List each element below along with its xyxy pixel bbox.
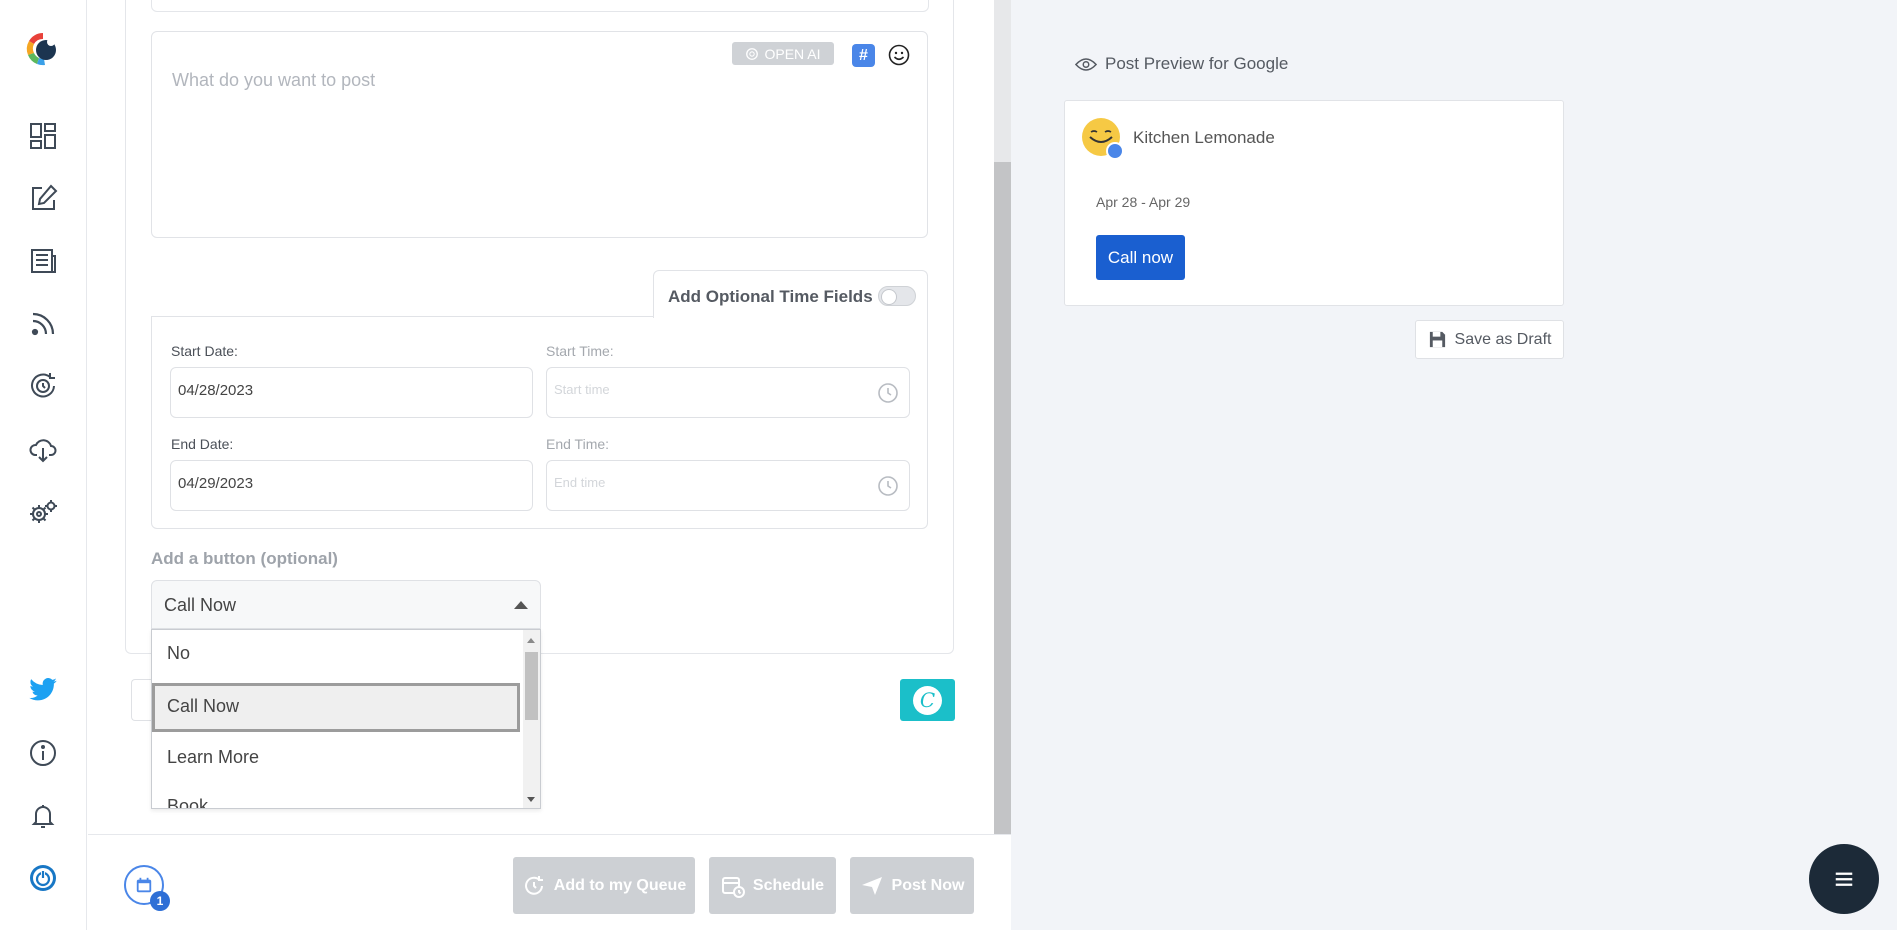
scroll-up-arrow-icon[interactable] [527,638,535,643]
save-icon [1429,331,1445,348]
hamburger-icon [1835,872,1853,886]
editor-scrollbar[interactable] [994,0,1011,834]
recycle-icon[interactable] [24,367,62,405]
add-to-queue-button[interactable]: Add to my Queue [513,857,695,914]
hashtag-icon: # [859,46,868,64]
posts-icon[interactable] [24,242,62,280]
dropdown-option-learn-more[interactable]: Learn More [152,734,520,783]
start-date-label: Start Date: [171,343,238,359]
openai-label: OPEN AI [764,45,821,62]
date-fields-box: Start Date: 04/28/2023 Start Time: Start… [151,316,928,529]
rss-icon[interactable] [24,305,62,343]
end-time-label: End Time: [546,436,610,452]
eye-icon [1075,57,1097,71]
schedule-button[interactable]: Schedule [709,857,836,914]
info-icon[interactable] [24,734,62,772]
sidebar [0,0,87,930]
dropdown-option-call-now[interactable]: Call Now [152,683,520,732]
dropdown-scroll-thumb[interactable] [525,652,538,720]
hashtag-button[interactable]: # [852,44,875,67]
end-date-input[interactable]: 04/29/2023 [170,460,533,511]
button-type-select[interactable]: Call Now [151,580,541,629]
top-field-remnant [151,0,929,12]
scroll-down-arrow-icon[interactable] [527,797,535,802]
send-icon [861,876,882,895]
dropdown-option-no[interactable]: No [152,630,520,679]
dropdown-scrollbar[interactable] [523,630,540,808]
calendar-icon [136,877,152,893]
editor-panel: What do you want to post OPEN AI # Add O… [88,0,994,834]
google-post-preview: Kitchen Lemonade Apr 28 - Apr 29 Call no… [1064,100,1564,306]
start-time-placeholder: Start time [554,382,610,397]
start-time-label: Start Time: [546,343,614,359]
openai-button[interactable]: OPEN AI [732,42,834,65]
account-count-badge: 1 [150,891,170,911]
selected-accounts-avatar[interactable]: 1 [124,865,170,911]
clock-icon [878,383,898,403]
menu-fab-button[interactable] [1809,844,1879,914]
save-draft-button[interactable]: Save as Draft [1415,320,1564,359]
button-section-label: Add a button (optional) [151,549,338,568]
post-now-label: Post Now [891,876,965,894]
editor-scroll-thumb[interactable] [994,162,1011,834]
clock-icon [878,476,898,496]
bell-icon[interactable] [24,797,62,835]
add-to-queue-label: Add to my Queue [553,876,687,894]
openai-icon [746,47,759,60]
google-business-badge-icon [1106,142,1124,160]
schedule-label: Schedule [752,876,825,894]
business-name: Kitchen Lemonade [1133,128,1275,147]
cloud-download-icon[interactable] [24,430,62,468]
end-time-placeholder: End time [554,475,606,490]
twitter-icon[interactable] [24,671,62,709]
post-now-button[interactable]: Post Now [850,857,974,914]
queue-icon [524,875,543,895]
canva-button[interactable]: C [900,679,955,721]
preview-title: Post Preview for Google [1075,54,1288,74]
optional-time-toggle[interactable] [878,286,916,306]
app-logo[interactable] [22,28,64,70]
settings-icon[interactable] [24,493,62,531]
compose-icon[interactable] [24,179,62,217]
power-icon[interactable] [24,859,62,897]
caret-up-icon [514,601,528,609]
button-type-dropdown: No Call Now Learn More Book [151,629,541,809]
save-draft-label: Save as Draft [1454,330,1552,348]
preview-cta-button[interactable]: Call now [1096,235,1185,280]
button-select-value: Call Now [164,595,237,615]
bottom-action-bar: 1 Add to my Queue Schedule Post Now [88,834,1011,930]
end-date-label: End Date: [171,436,234,452]
preview-title-text: Post Preview for Google [1105,54,1289,73]
emoji-icon[interactable] [888,44,910,66]
event-date-range: Apr 28 - Apr 29 [1096,194,1191,210]
start-date-input[interactable]: 04/28/2023 [170,367,533,418]
start-time-input[interactable]: Start time [546,367,910,418]
end-time-input[interactable]: End time [546,460,910,511]
dashboard-icon[interactable] [24,117,62,155]
optional-time-label: Add Optional Time Fields [668,287,873,306]
canva-icon: C [913,685,942,715]
post-placeholder: What do you want to post [172,70,376,90]
dropdown-option-book[interactable]: Book [152,783,520,808]
preview-panel: Post Preview for Google Kitchen Lemonade… [1011,0,1897,930]
optional-time-tab: Add Optional Time Fields [653,270,928,318]
business-avatar [1082,118,1124,160]
schedule-icon [721,876,745,898]
